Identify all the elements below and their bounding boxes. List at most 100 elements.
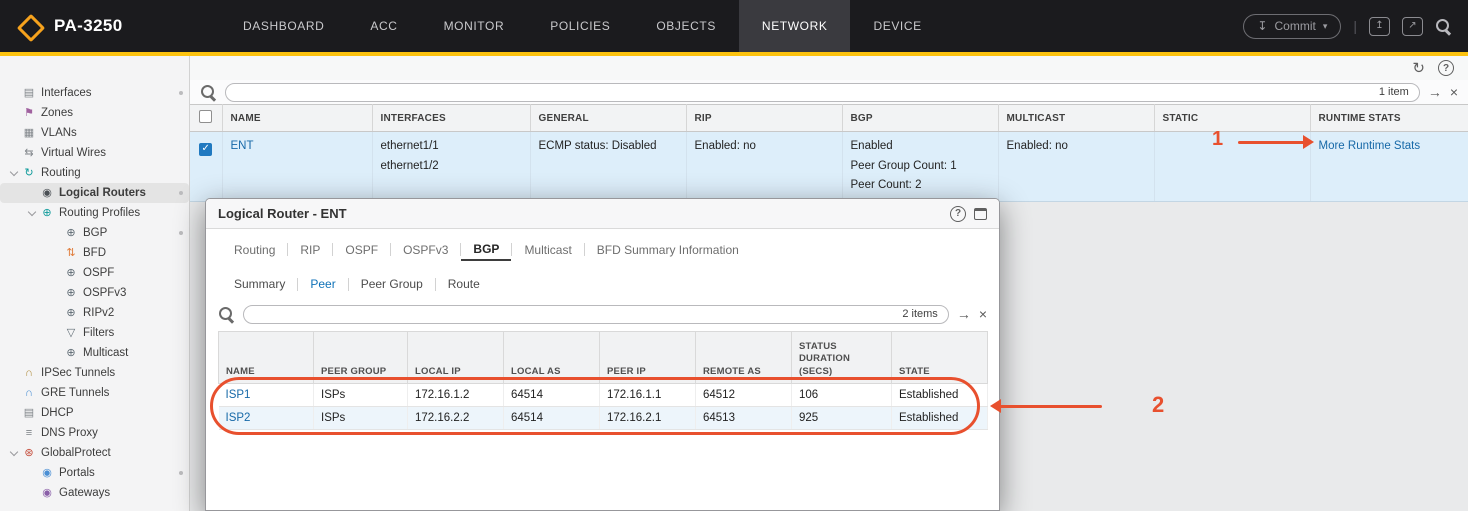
col-header-local-as[interactable]: LOCAL AS	[504, 332, 600, 384]
col-header-general[interactable]: GENERAL	[530, 105, 686, 132]
sidebar-item-gateways[interactable]: ◉ Gateways	[0, 483, 189, 503]
sidebar-nav: ▤ Interfaces ⚑ Zones ▦ VLANs ⇆ Virtual W…	[0, 56, 190, 511]
nav-item-network[interactable]: NETWORK	[739, 0, 851, 52]
search-icon	[200, 84, 217, 101]
sidebar-item-bgp[interactable]: ⊕ BGP	[0, 223, 189, 243]
dialog-header[interactable]: Logical Router - ENT ?	[206, 199, 999, 229]
sidebar-item-label: Routing Profiles	[59, 207, 140, 219]
dns-proxy-icon: ≡	[21, 428, 37, 439]
col-header-peer-ip[interactable]: PEER IP	[600, 332, 696, 384]
help-icon[interactable]: ?	[1438, 60, 1454, 76]
row-checkbox[interactable]: ✓	[199, 143, 212, 156]
sidebar-item-virtual-wires[interactable]: ⇆ Virtual Wires	[0, 143, 189, 163]
top-nav: PA-3250 DASHBOARD ACC MONITOR POLICIES O…	[0, 0, 1468, 52]
commit-icon: ↧	[1257, 20, 1267, 32]
tasks-icon[interactable]: ↥	[1369, 17, 1390, 36]
sidebar-item-filters[interactable]: ▽ Filters	[0, 323, 189, 343]
tab-bgp[interactable]: BGP	[461, 238, 511, 261]
col-header-runtime-stats[interactable]: RUNTIME STATS	[1310, 105, 1468, 132]
tab-routing[interactable]: Routing	[222, 239, 287, 260]
subtab-route[interactable]: Route	[436, 277, 492, 291]
nav-item-monitor[interactable]: MONITOR	[421, 0, 528, 52]
sidebar-item-globalprotect[interactable]: ⊛ GlobalProtect	[0, 443, 189, 463]
router-name-link[interactable]: ENT	[231, 140, 254, 152]
search-input[interactable]	[236, 85, 1379, 100]
col-header-bgp[interactable]: BGP	[842, 105, 998, 132]
col-header-remote-as[interactable]: REMOTE AS	[696, 332, 792, 384]
sidebar-item-multicast[interactable]: ⊕ Multicast	[0, 343, 189, 363]
item-count: 1 item	[1379, 86, 1409, 98]
search-input[interactable]	[254, 307, 902, 322]
nav-item-objects[interactable]: OBJECTS	[633, 0, 739, 52]
col-header-peer-group[interactable]: PEER GROUP	[314, 332, 408, 384]
nav-item-device[interactable]: DEVICE	[850, 0, 944, 52]
select-all-checkbox[interactable]	[199, 110, 212, 123]
maximize-icon[interactable]	[974, 208, 987, 220]
sidebar-item-vlans[interactable]: ▦ VLANs	[0, 123, 189, 143]
sidebar-item-label: DNS Proxy	[41, 427, 98, 439]
item-dot	[179, 91, 183, 95]
col-header-local-ip[interactable]: LOCAL IP	[408, 332, 504, 384]
chevron-down-icon[interactable]	[26, 207, 39, 220]
sidebar-item-interfaces[interactable]: ▤ Interfaces	[0, 83, 189, 103]
sidebar-item-ospf[interactable]: ⊕ OSPF	[0, 263, 189, 283]
tab-rip[interactable]: RIP	[288, 239, 332, 260]
nav-item-acc[interactable]: ACC	[347, 0, 420, 52]
sidebar-item-routing-profiles[interactable]: ⊕ Routing Profiles	[0, 203, 189, 223]
nav-item-policies[interactable]: POLICIES	[527, 0, 633, 52]
sidebar-item-label: Filters	[83, 327, 114, 339]
main-menu: DASHBOARD ACC MONITOR POLICIES OBJECTS N…	[220, 0, 945, 52]
filters-icon: ▽	[63, 328, 79, 339]
search-field[interactable]: 2 items	[243, 305, 949, 324]
sidebar-item-dhcp[interactable]: ▤ DHCP	[0, 403, 189, 423]
sidebar-item-label: Interfaces	[41, 87, 92, 99]
tab-multicast[interactable]: Multicast	[512, 239, 583, 260]
annotation-arrow-2	[990, 398, 1102, 414]
sidebar-item-zones[interactable]: ⚑ Zones	[0, 103, 189, 123]
refresh-icon[interactable]: ↻	[1412, 61, 1425, 76]
sidebar-item-routing[interactable]: ↻ Routing	[0, 163, 189, 183]
dialog-help-icon[interactable]: ?	[950, 206, 966, 222]
nav-item-dashboard[interactable]: DASHBOARD	[220, 0, 347, 52]
tab-ospfv3[interactable]: OSPFv3	[391, 239, 460, 260]
apply-filter-icon[interactable]: →	[1428, 85, 1442, 99]
chevron-down-icon[interactable]	[8, 167, 21, 180]
sidebar-item-label: BFD	[83, 247, 106, 259]
logical-router-dialog: Logical Router - ENT ? Routing RIP OSPF …	[205, 198, 1000, 511]
subtab-peer-group[interactable]: Peer Group	[349, 277, 435, 291]
dialog-tab-bar: Routing RIP OSPF OSPFv3 BGP Multicast BF…	[206, 229, 999, 269]
col-header-name[interactable]: NAME	[222, 105, 372, 132]
sidebar-item-label: IPSec Tunnels	[41, 367, 115, 379]
subtab-peer[interactable]: Peer	[298, 277, 347, 291]
chevron-down-icon[interactable]	[8, 447, 21, 460]
global-search-icon[interactable]	[1435, 18, 1452, 35]
window-arrow-icon[interactable]: ↗	[1402, 17, 1423, 36]
clear-filter-icon[interactable]: ×	[1450, 85, 1458, 99]
apply-filter-icon[interactable]: →	[957, 307, 971, 321]
sidebar-item-gre-tunnels[interactable]: ∩ GRE Tunnels	[0, 383, 189, 403]
sidebar-item-dns-proxy[interactable]: ≡ DNS Proxy	[0, 423, 189, 443]
sidebar-item-label: Virtual Wires	[41, 147, 106, 159]
tab-bfd-summary[interactable]: BFD Summary Information	[585, 239, 751, 260]
col-header-state[interactable]: STATE	[892, 332, 988, 384]
search-field[interactable]: 1 item	[225, 83, 1420, 102]
tab-ospf[interactable]: OSPF	[333, 239, 390, 260]
sidebar-item-logical-routers[interactable]: ◉ Logical Routers	[0, 183, 189, 203]
sidebar-item-portals[interactable]: ◉ Portals	[0, 463, 189, 483]
sidebar-item-label: GRE Tunnels	[41, 387, 109, 399]
sidebar-item-bfd[interactable]: ⇅ BFD	[0, 243, 189, 263]
col-header-name[interactable]: NAME	[219, 332, 314, 384]
sidebar-item-ospfv3[interactable]: ⊕ OSPFv3	[0, 283, 189, 303]
more-runtime-stats-link[interactable]: More Runtime Stats	[1319, 140, 1421, 152]
col-header-status-duration[interactable]: STATUS DURATION (SECS)	[792, 332, 892, 384]
sidebar-item-ripv2[interactable]: ⊕ RIPv2	[0, 303, 189, 323]
col-header-interfaces[interactable]: INTERFACES	[372, 105, 530, 132]
commit-button[interactable]: ↧ Commit ▾	[1243, 14, 1341, 39]
col-header-rip[interactable]: RIP	[686, 105, 842, 132]
clear-filter-icon[interactable]: ×	[979, 307, 987, 321]
col-header-multicast[interactable]: MULTICAST	[998, 105, 1154, 132]
col-header-static[interactable]: STATIC	[1154, 105, 1310, 132]
sidebar-item-ipsec-tunnels[interactable]: ∩ IPSec Tunnels	[0, 363, 189, 383]
subtab-summary[interactable]: Summary	[222, 277, 297, 291]
item-dot	[179, 231, 183, 235]
